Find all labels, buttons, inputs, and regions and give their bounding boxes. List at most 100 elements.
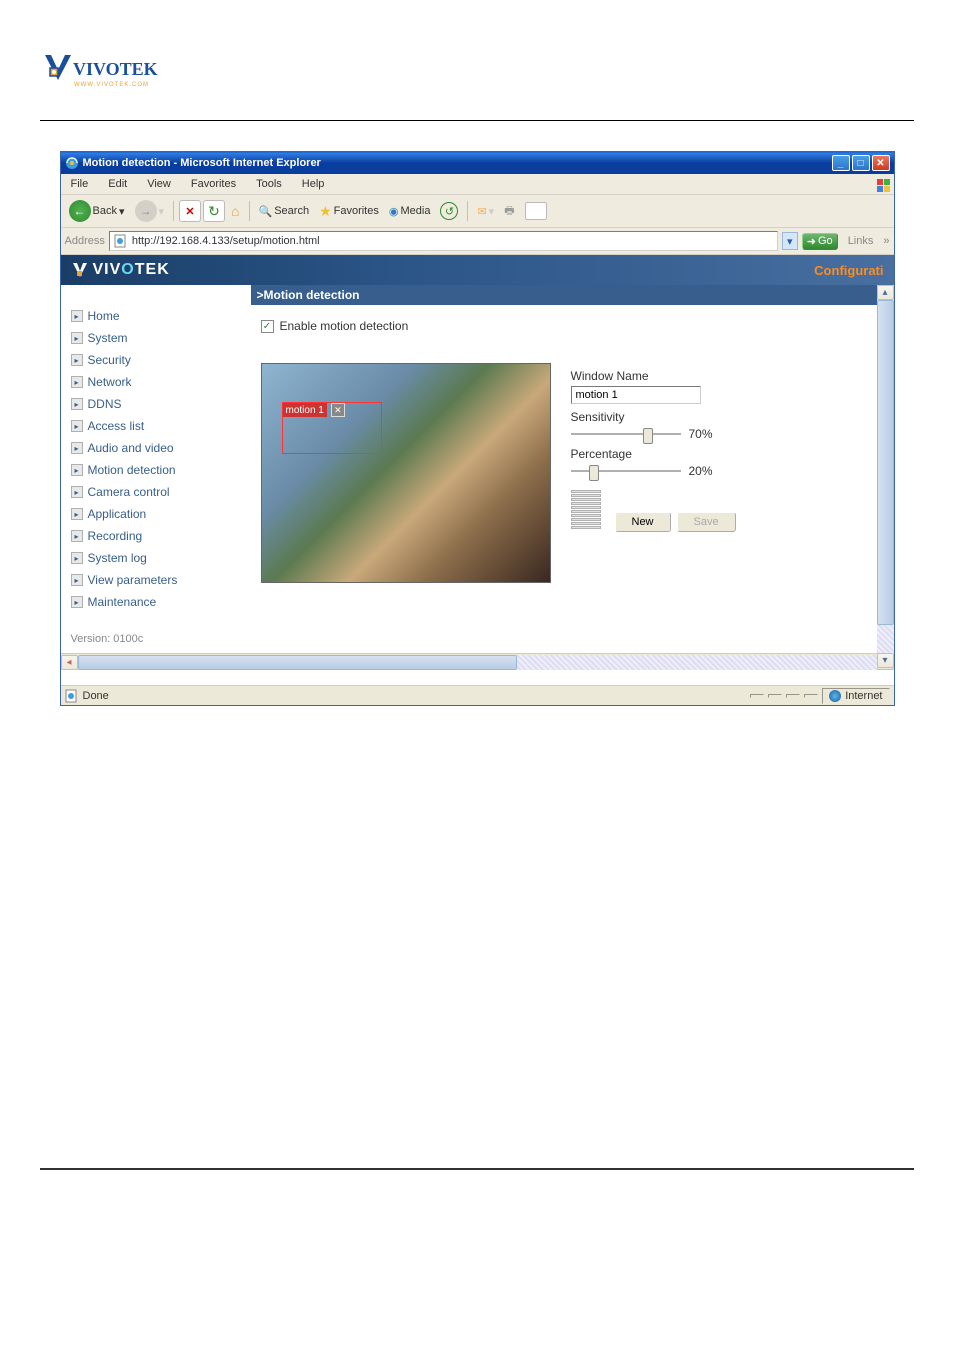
maximize-button[interactable]: □ [852, 155, 870, 171]
search-button[interactable]: 🔍 Search [255, 203, 314, 220]
svg-text:VIVOTEK: VIVOTEK [73, 59, 158, 79]
sensitivity-value: 70% [689, 427, 713, 441]
sidebar-item-system[interactable]: ▸System [69, 327, 243, 349]
menu-view[interactable]: View [141, 176, 177, 192]
arrow-icon: ▸ [71, 552, 83, 564]
separator [467, 201, 468, 221]
mail-icon: ✉ [477, 205, 486, 218]
sidebar-item-access-list[interactable]: ▸Access list [69, 415, 243, 437]
scroll-track[interactable] [877, 300, 894, 653]
bottom-separator [40, 1168, 914, 1170]
arrow-icon: ▸ [71, 332, 83, 344]
scroll-track[interactable] [78, 655, 877, 670]
sensitivity-slider[interactable] [571, 433, 681, 435]
forward-button[interactable]: → ▾ [131, 198, 169, 224]
mail-button[interactable]: ✉▾ [473, 203, 498, 220]
vivotek-logo: VIVOTEK WWW.VIVOTEK.COM [40, 40, 914, 90]
arrow-icon: ▸ [71, 508, 83, 520]
edit-button[interactable] [521, 200, 551, 222]
menu-favorites[interactable]: Favorites [185, 176, 242, 192]
favorites-button[interactable]: ★ Favorites [315, 201, 383, 222]
status-pane [804, 694, 818, 698]
media-icon: ◉ [389, 205, 399, 218]
star-icon: ★ [319, 203, 332, 220]
print-button[interactable]: 🖶 [500, 200, 518, 223]
arrow-icon: ▸ [71, 420, 83, 432]
windows-flag-icon [868, 174, 890, 194]
go-icon: ➜ [807, 235, 816, 248]
stop-button[interactable]: ✕ [179, 200, 201, 222]
chevron-right-icon[interactable]: » [883, 235, 889, 247]
svg-text:WWW.VIVOTEK.COM: WWW.VIVOTEK.COM [74, 82, 149, 88]
sidebar-item-security[interactable]: ▸Security [69, 349, 243, 371]
menu-edit[interactable]: Edit [102, 176, 133, 192]
controls-column: Window Name Sensitivity 70% Percentage 2… [571, 363, 751, 583]
close-button[interactable]: ✕ [872, 155, 890, 171]
go-button[interactable]: ➜ Go [802, 233, 838, 250]
section-title: >Motion detection [251, 285, 894, 305]
home-button[interactable]: ⌂ [227, 201, 243, 221]
scroll-up-icon[interactable]: ▴ [877, 285, 894, 300]
level-meter [571, 490, 601, 540]
scroll-thumb[interactable] [877, 300, 894, 625]
scroll-down-icon[interactable]: ▾ [877, 653, 894, 668]
sidebar-item-maintenance[interactable]: ▸Maintenance [69, 591, 243, 613]
menubar: File Edit View Favorites Tools Help [61, 174, 894, 195]
status-pane [750, 694, 764, 698]
scroll-left-icon[interactable]: ◂ [61, 655, 78, 670]
globe-icon [829, 690, 841, 702]
address-input[interactable]: http://192.168.4.133/setup/motion.html [109, 231, 778, 251]
menu-file[interactable]: File [65, 176, 95, 192]
separator [173, 201, 174, 221]
percentage-slider[interactable] [571, 470, 681, 472]
history-button[interactable]: ↺ [436, 200, 462, 222]
menu-help[interactable]: Help [296, 176, 331, 192]
video-preview[interactable]: motion 1 ✕ [261, 363, 551, 583]
sidebar-item-system-log[interactable]: ▸System log [69, 547, 243, 569]
sidebar-item-camera-control[interactable]: ▸Camera control [69, 481, 243, 503]
menu-tools[interactable]: Tools [250, 176, 288, 192]
links-label[interactable]: Links [842, 235, 880, 247]
sidebar-item-recording[interactable]: ▸Recording [69, 525, 243, 547]
motion-window-close[interactable]: ✕ [331, 403, 345, 417]
enable-motion-checkbox-row[interactable]: ✓ Enable motion detection [261, 319, 884, 333]
history-icon: ↺ [440, 202, 458, 220]
window-name-input[interactable] [571, 386, 701, 404]
sidebar-item-motion-detection[interactable]: ▸Motion detection [69, 459, 243, 481]
ie-icon [65, 156, 79, 170]
status-text: Done [83, 690, 109, 702]
arrow-icon: ▸ [71, 596, 83, 608]
sidebar-item-view-parameters[interactable]: ▸View parameters [69, 569, 243, 591]
window-title: Motion detection - Microsoft Internet Ex… [83, 157, 321, 169]
forward-icon: → [135, 200, 157, 222]
percentage-label: Percentage [571, 447, 751, 461]
stop-icon: ✕ [185, 205, 194, 218]
sidebar-item-ddns[interactable]: ▸DDNS [69, 393, 243, 415]
scroll-thumb[interactable] [78, 655, 517, 670]
percentage-value: 20% [689, 464, 713, 478]
slider-thumb[interactable] [589, 465, 599, 481]
vertical-scrollbar[interactable]: ▴ ▾ [877, 285, 894, 668]
toolbar: ← Back ▾ → ▾ ✕ ↻ ⌂ 🔍 Search ★ Favorites [61, 195, 894, 228]
address-dropdown[interactable]: ▾ [782, 232, 798, 250]
checkbox-icon[interactable]: ✓ [261, 320, 274, 333]
vivotek-brand: VIVOTEK [71, 261, 170, 279]
back-button[interactable]: ← Back ▾ [65, 198, 129, 224]
sidebar-item-audio-video[interactable]: ▸Audio and video [69, 437, 243, 459]
motion-window-title: motion 1 [283, 403, 327, 417]
motion-window-rect[interactable]: motion 1 ✕ [282, 402, 382, 454]
media-button[interactable]: ◉ Media [385, 203, 435, 220]
horizontal-scrollbar[interactable]: ◂ ▸ [61, 653, 894, 670]
sidebar-item-network[interactable]: ▸Network [69, 371, 243, 393]
sidebar-item-home[interactable]: ▸Home [69, 305, 243, 327]
sidebar: ▸Home ▸System ▸Security ▸Network ▸DDNS ▸… [61, 285, 251, 653]
sensitivity-label: Sensitivity [571, 410, 751, 424]
arrow-icon: ▸ [71, 442, 83, 454]
save-button[interactable]: Save [677, 512, 736, 532]
refresh-button[interactable]: ↻ [203, 200, 225, 222]
new-button[interactable]: New [615, 512, 671, 532]
slider-thumb[interactable] [643, 428, 653, 444]
sidebar-item-application[interactable]: ▸Application [69, 503, 243, 525]
page-icon [65, 689, 79, 703]
minimize-button[interactable]: _ [832, 155, 850, 171]
